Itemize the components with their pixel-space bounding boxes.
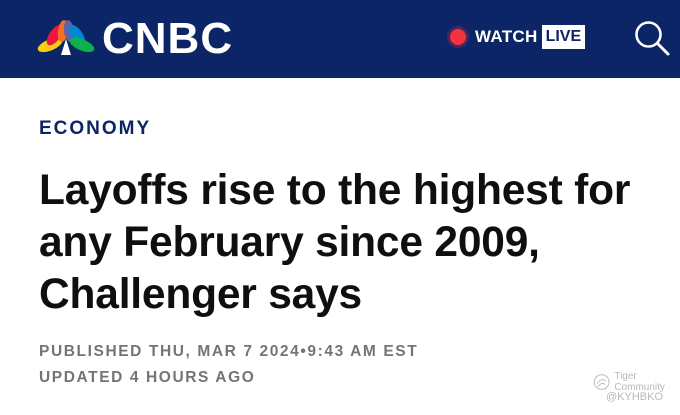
article-headline: Layoffs rise to the highest for any Febr… — [39, 167, 631, 318]
watch-label: WATCH — [475, 27, 538, 46]
live-dot-icon — [450, 29, 466, 45]
watermark-handle: @KYHBKO — [606, 391, 664, 403]
tiger-logo-icon — [593, 374, 610, 390]
updated-timestamp: UPDATED 4 HOURS AGO — [39, 369, 256, 386]
tiger-community-watermark: Tiger Community — [593, 371, 680, 393]
brand-name: CNBC — [102, 14, 234, 63]
cnbc-logo[interactable]: CNBC — [36, 17, 233, 61]
watch-live-button[interactable]: WATCH LIVE — [450, 22, 586, 52]
published-timestamp: PUBLISHED THU, MAR 7 2024•9:43 AM EST — [39, 343, 419, 360]
live-badge: LIVE — [541, 25, 586, 49]
watermark-community-text: Tiger Community — [614, 371, 665, 393]
nbc-peacock-logo-icon — [37, 20, 95, 55]
site-header: CNBC WATCH LIVE — [0, 0, 680, 78]
search-icon[interactable] — [633, 19, 671, 57]
section-label[interactable]: ECONOMY — [39, 118, 151, 140]
